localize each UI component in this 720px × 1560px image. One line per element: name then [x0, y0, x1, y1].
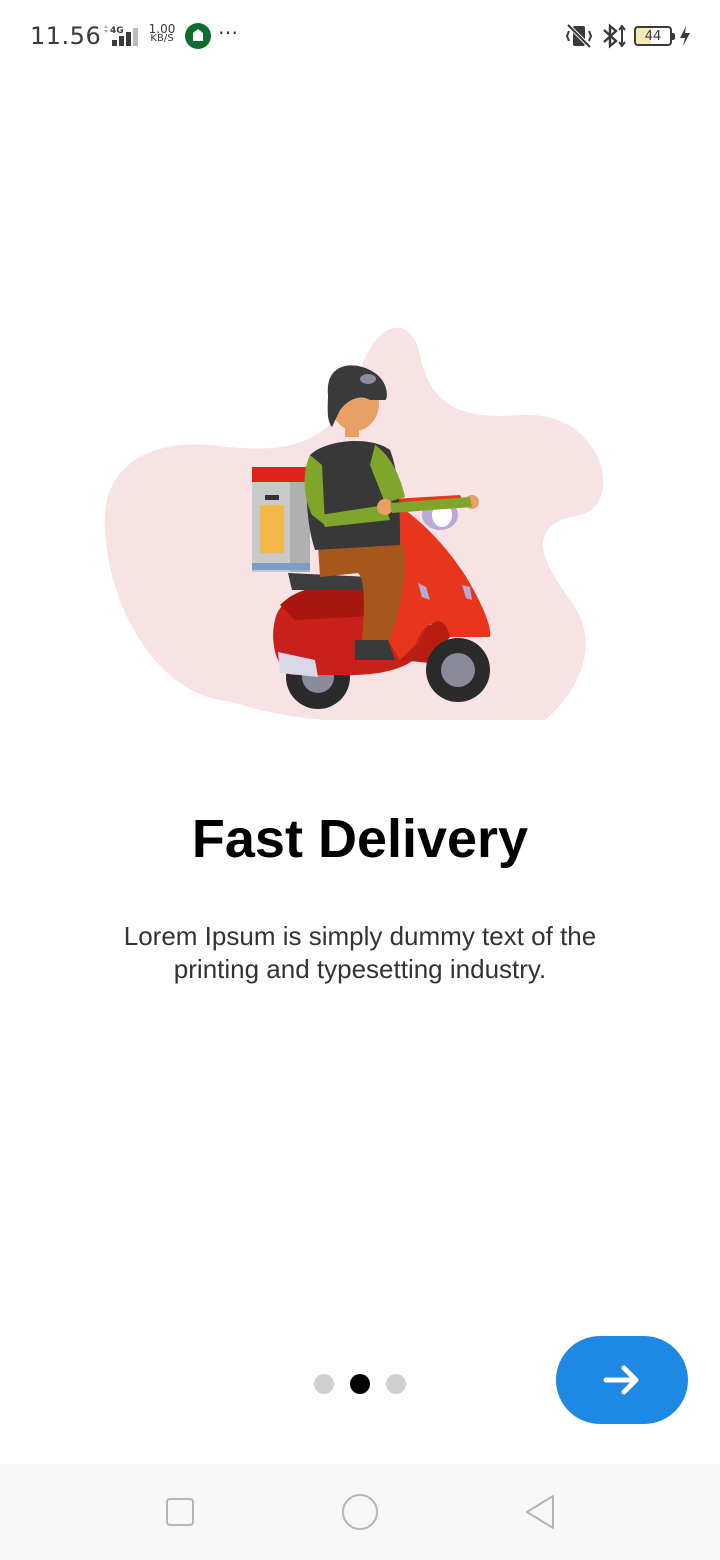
vibrate-icon	[565, 23, 593, 49]
onboarding-description: Lorem Ipsum is simply dummy text of the …	[123, 921, 597, 984]
page-dot-3[interactable]	[386, 1374, 406, 1394]
home-icon	[342, 1494, 378, 1530]
data-rate-unit: KB/S	[150, 33, 174, 44]
status-bar: 11.56 4G 1.00 KB/S ⋯ 44	[0, 0, 720, 72]
arrow-right-icon	[603, 1365, 639, 1395]
battery-icon: 44	[634, 26, 675, 46]
recents-button[interactable]	[156, 1488, 204, 1536]
battery-level: 44	[644, 28, 662, 44]
recents-icon	[166, 1498, 194, 1526]
page-indicator	[314, 1374, 406, 1394]
back-button[interactable]	[516, 1488, 564, 1536]
home-button[interactable]	[336, 1488, 384, 1536]
page-dot-2[interactable]	[350, 1374, 370, 1394]
back-icon	[526, 1495, 554, 1529]
more-dots-icon: ⋯	[218, 22, 239, 44]
bluetooth-icon	[603, 23, 626, 49]
charging-icon	[680, 26, 690, 46]
delivery-scooter-illustration	[104, 327, 604, 720]
svg-text:4G: 4G	[110, 26, 124, 36]
next-button[interactable]	[556, 1336, 688, 1424]
onboarding-title: Fast Delivery	[191, 809, 529, 869]
system-nav-bar	[0, 1464, 720, 1560]
status-right: 44	[564, 22, 692, 50]
page-dot-1[interactable]	[314, 1374, 334, 1394]
status-time: 11.56	[30, 22, 102, 50]
signal-icon: 4G	[104, 25, 138, 46]
app-notification-icon	[185, 23, 211, 49]
data-rate: 1.00 KB/S	[146, 23, 178, 44]
